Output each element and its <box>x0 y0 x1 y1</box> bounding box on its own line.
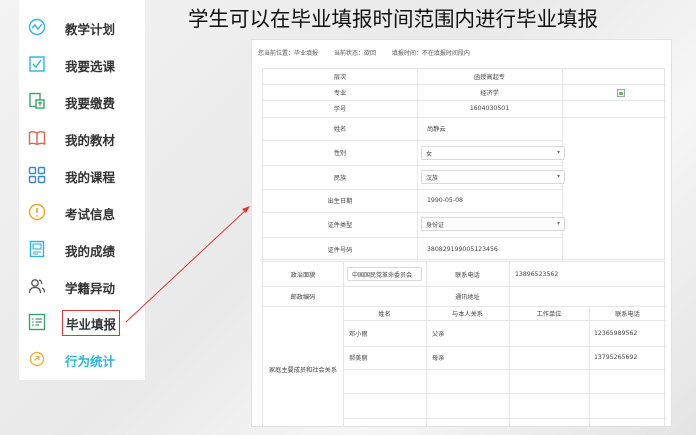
annotation-arrow <box>125 206 250 323</box>
